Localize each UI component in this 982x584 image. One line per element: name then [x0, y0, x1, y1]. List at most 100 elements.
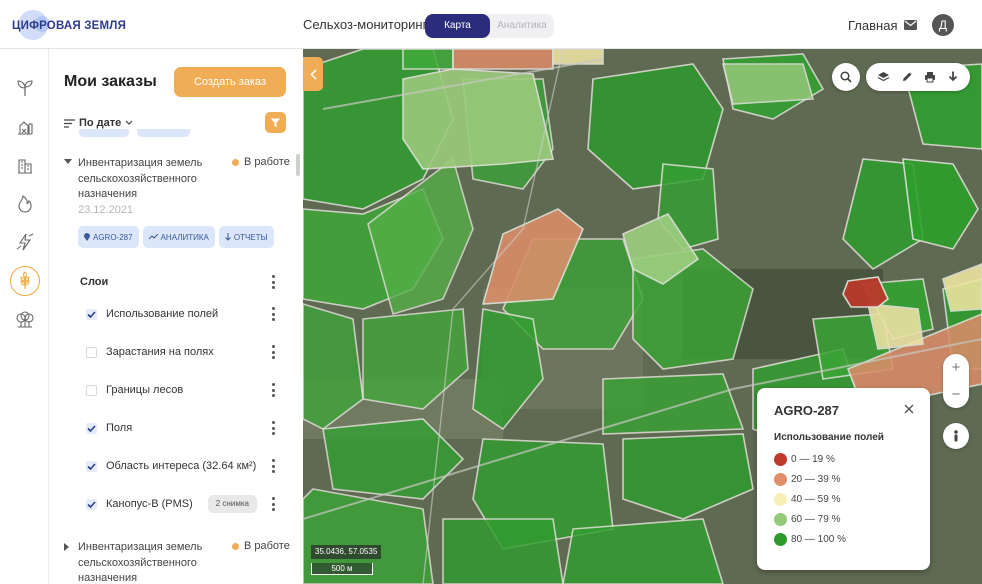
checkbox-checked-icon[interactable] — [86, 460, 97, 472]
clipped-chip — [137, 129, 190, 137]
layer-label: Поля — [106, 422, 133, 434]
map[interactable]: + − 35.0436, 57.0535 500 м AGRO-287 Испо… — [303, 49, 982, 584]
person-icon — [954, 430, 958, 442]
chevron-left-icon — [309, 68, 317, 80]
download-icon[interactable] — [946, 70, 960, 84]
sprout-icon[interactable] — [10, 73, 40, 103]
icon-rail — [0, 49, 49, 584]
panel-title: Мои заказы — [64, 73, 157, 90]
legend-item: 20 — 39 % — [774, 472, 840, 486]
snapshots-badge[interactable]: 2 снимка — [207, 495, 257, 513]
layers-icon[interactable] — [877, 70, 891, 84]
scrollbar[interactable] — [296, 154, 300, 176]
legend-label: 80 — 100 % — [791, 533, 847, 545]
lightning-icon[interactable] — [10, 227, 40, 257]
avatar[interactable]: Д — [932, 14, 954, 36]
download-icon — [224, 233, 231, 241]
checkbox-icon[interactable] — [86, 384, 97, 396]
checkbox-checked-icon[interactable] — [86, 308, 97, 320]
status-badge: В работе — [232, 540, 290, 552]
fire-icon[interactable] — [10, 189, 40, 219]
filter-button[interactable] — [265, 112, 286, 133]
layer-area-of-interest[interactable]: Область интереса (32.64 км²) — [86, 458, 256, 474]
home-link[interactable]: Главная — [848, 18, 897, 33]
legend-label: 60 — 79 % — [791, 513, 841, 525]
tab-map[interactable]: Карта — [425, 14, 490, 38]
collapse-panel-button[interactable] — [303, 57, 323, 91]
close-icon[interactable] — [904, 404, 914, 414]
chip-reports[interactable]: ОТЧЕТЫ — [218, 226, 274, 248]
kebab-menu-icon[interactable] — [268, 459, 278, 473]
layer-fields[interactable]: Поля — [86, 420, 132, 436]
zoom-control: + − — [943, 354, 969, 408]
wheat-icon[interactable] — [10, 266, 40, 296]
layers-title: Слои — [80, 276, 109, 288]
tab-analytics[interactable]: Аналитика — [490, 14, 554, 38]
checkbox-checked-icon[interactable] — [86, 498, 97, 510]
swatch-green — [774, 532, 787, 546]
kebab-menu-icon[interactable] — [268, 497, 278, 511]
farm-icon[interactable] — [10, 112, 40, 142]
kebab-menu-icon[interactable] — [268, 275, 278, 289]
chip-analytics[interactable]: АНАЛИТИКА — [142, 226, 215, 248]
layer-label: Использование полей — [106, 308, 219, 320]
legend-subtitle: Использование полей — [774, 432, 884, 443]
search-icon — [840, 71, 852, 83]
locate-button[interactable] — [943, 423, 969, 449]
caret-down-icon[interactable] — [64, 159, 72, 164]
legend-item: 60 — 79 % — [774, 512, 840, 526]
view-switch: Карта Аналитика — [425, 14, 554, 38]
sort-icon — [64, 118, 75, 128]
print-icon[interactable] — [923, 70, 937, 84]
sort-dropdown[interactable]: По дате — [64, 117, 133, 129]
order-title[interactable]: Инвентаризация земель сельскохозяйственн… — [78, 540, 228, 584]
order-date: 23.12.2021 — [78, 204, 134, 216]
buildings-icon[interactable] — [10, 150, 40, 180]
zoom-out-button[interactable]: − — [943, 381, 969, 408]
order-title[interactable]: Инвентаризация земель сельскохозяйственн… — [78, 156, 228, 203]
checkbox-icon[interactable] — [86, 346, 97, 358]
swatch-yellow — [774, 492, 787, 506]
pencil-icon[interactable] — [900, 70, 914, 84]
kebab-menu-icon[interactable] — [268, 345, 278, 359]
checkbox-checked-icon[interactable] — [86, 422, 97, 434]
status-text: В работе — [244, 540, 290, 552]
zoom-in-button[interactable]: + — [943, 354, 969, 381]
coordinates-readout: 35.0436, 57.0535 — [311, 545, 382, 559]
forest-icon[interactable] — [10, 305, 40, 335]
layer-field-usage[interactable]: Использование полей — [86, 306, 218, 322]
swatch-orange — [774, 472, 787, 486]
chip-label: AGRO-287 — [93, 232, 133, 242]
pin-icon — [84, 233, 90, 241]
top-bar: ЦИФРОВАЯ ЗЕМЛЯ Сельхоз-мониторинг Карта … — [0, 0, 982, 49]
kebab-menu-icon[interactable] — [268, 421, 278, 435]
create-order-button[interactable]: Создать заказ — [174, 67, 286, 97]
caret-right-icon[interactable] — [64, 543, 69, 551]
layer-kanopus[interactable]: Канопус-В (PMS) 2 снимка — [86, 495, 257, 513]
legend-item: 80 — 100 % — [774, 532, 846, 546]
logo[interactable]: ЦИФРОВАЯ ЗЕМЛЯ — [12, 10, 152, 40]
legend-label: 0 — 19 % — [791, 453, 835, 465]
mail-icon[interactable] — [904, 20, 917, 30]
layer-forest-borders[interactable]: Границы лесов — [86, 382, 183, 398]
swatch-light-green — [774, 512, 787, 526]
kebab-menu-icon[interactable] — [268, 383, 278, 397]
map-search-button[interactable] — [832, 63, 860, 91]
layer-label: Канопус-В (PMS) — [106, 498, 193, 510]
scale-bar: 500 м — [311, 563, 373, 575]
layer-label: Границы лесов — [106, 384, 184, 396]
layer-overgrowth[interactable]: Зарастания на полях — [86, 344, 214, 360]
status-text: В работе — [244, 156, 290, 168]
status-badge: В работе — [232, 156, 290, 168]
kebab-menu-icon[interactable] — [268, 307, 278, 321]
app-title: Сельхоз-мониторинг — [303, 17, 428, 32]
legend-title: AGRO-287 — [774, 403, 840, 418]
status-dot-icon — [232, 158, 239, 166]
clipped-chip — [79, 129, 129, 137]
layer-label: Зарастания на полях — [106, 346, 214, 358]
legend-item: 0 — 19 % — [774, 452, 835, 466]
chip-agro[interactable]: AGRO-287 — [78, 226, 139, 248]
layer-label: Область интереса (32.64 км²) — [106, 460, 257, 472]
order-chips: AGRO-287 АНАЛИТИКА ОТЧЕТЫ — [78, 226, 274, 248]
legend-item: 40 — 59 % — [774, 492, 840, 506]
